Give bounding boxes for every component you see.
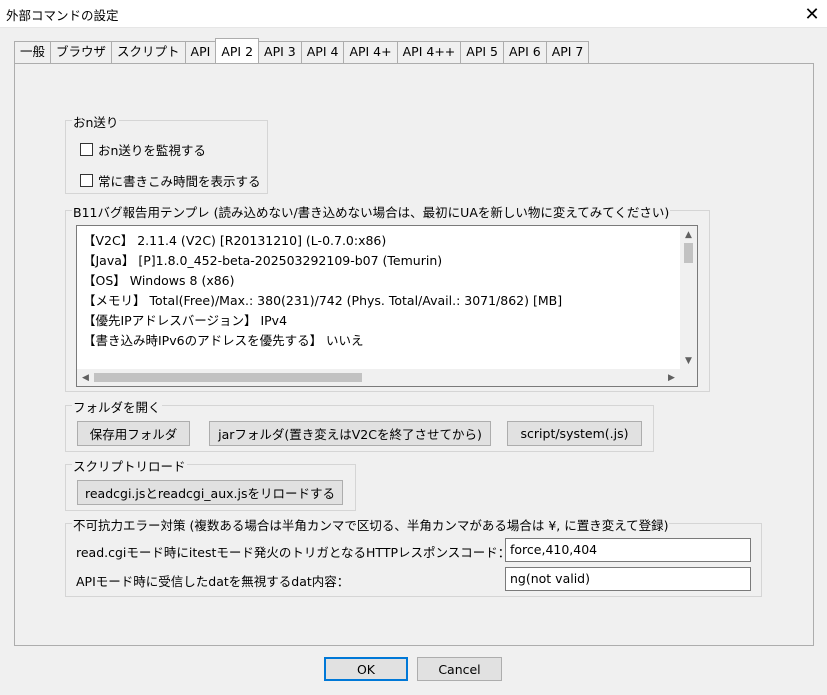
jar-folder-button[interactable]: jarフォルダ(置き変えはV2Cを終了させてから) <box>209 421 491 446</box>
tab-api-4-plus[interactable]: API 4+ <box>343 41 398 63</box>
always-show-time-row[interactable]: 常に書きこみ時間を表示する <box>80 171 261 190</box>
save-folder-button[interactable]: 保存用フォルダ <box>77 421 190 446</box>
api-ignore-dat-input[interactable]: ng(not valid) <box>505 567 751 591</box>
reload-readcgi-button[interactable]: readcgi.jsとreadcgi_aux.jsをリロードする <box>77 480 343 505</box>
scroll-up-icon[interactable]: ▲ <box>680 226 697 243</box>
bug-report-line: 【優先IPアドレスバージョン】 IPv4 <box>83 313 288 328</box>
monitor-onsend-row[interactable]: おn送りを監視する <box>80 140 206 159</box>
tab-strip: 一般 ブラウザ スクリプト API API 2 API 3 API 4 API … <box>14 38 590 63</box>
onsend-group-label: おn送り <box>72 112 120 131</box>
horizontal-scroll-thumb[interactable] <box>94 373 362 382</box>
monitor-onsend-checkbox[interactable] <box>80 143 93 156</box>
bug-report-line: 【OS】 Windows 8 (x86) <box>83 273 235 288</box>
tab-api-4-plus-plus[interactable]: API 4++ <box>396 41 462 63</box>
bug-report-line: 【メモリ】 Total(Free)/Max.: 380(231)/742 (Ph… <box>83 293 563 308</box>
tab-api[interactable]: API <box>184 41 217 63</box>
bug-report-textarea[interactable]: 【V2C】 2.11.4 (V2C) [R20131210] (L-0.7.0:… <box>76 225 698 387</box>
readcgi-trigger-label: read.cgiモード時にitestモード発火のトリガとなるHTTPレスポンスコ… <box>76 545 511 560</box>
scroll-right-icon[interactable]: ▶ <box>663 369 680 386</box>
horizontal-scrollbar[interactable]: ◀ ▶ <box>77 369 680 386</box>
bug-report-group-label: B11バグ報告用テンプレ (読み込めない/書き込めない場合は、最初にUAを新しい… <box>72 202 671 221</box>
force-error-group-label: 不可抗力エラー対策 (複数ある場合は半角カンマで区切る、半角カンマがある場合は … <box>72 515 670 534</box>
readcgi-trigger-input[interactable]: force,410,404 <box>505 538 751 562</box>
script-reload-group: スクリプトリロード readcgi.jsとreadcgi_aux.jsをリロード… <box>65 456 356 511</box>
title-bar: 外部コマンドの設定 ✕ <box>0 0 827 28</box>
scroll-down-icon[interactable]: ▼ <box>680 352 697 369</box>
api-ignore-dat-label: APIモード時に受信したdatを無視するdat内容： <box>76 574 350 589</box>
onsend-group: おn送り おn送りを監視する 常に書きこみ時間を表示する <box>65 112 268 194</box>
tab-general[interactable]: 一般 <box>14 41 52 63</box>
force-error-group: 不可抗力エラー対策 (複数ある場合は半角カンマで区切る、半角カンマがある場合は … <box>65 515 762 597</box>
open-folder-group: フォルダを開く 保存用フォルダ jarフォルダ(置き変えはV2Cを終了させてから… <box>65 397 654 452</box>
close-icon[interactable]: ✕ <box>797 0 827 28</box>
bug-report-line: 【書き込み時IPv6のアドレスを優先する】 いいえ <box>83 333 364 348</box>
scroll-corner <box>680 369 697 386</box>
tab-api-6[interactable]: API 6 <box>502 41 547 63</box>
tab-api-5[interactable]: API 5 <box>460 41 504 63</box>
open-folder-group-label: フォルダを開く <box>72 397 162 416</box>
script-system-button[interactable]: script/system(.js) <box>507 421 642 446</box>
tab-api-3[interactable]: API 3 <box>258 41 302 63</box>
bug-report-line: 【Java】 [P]1.8.0_452-beta-202503292109-b0… <box>83 253 443 268</box>
always-show-time-checkbox[interactable] <box>80 174 93 187</box>
bug-report-lines: 【V2C】 2.11.4 (V2C) [R20131210] (L-0.7.0:… <box>83 231 679 351</box>
window-title: 外部コマンドの設定 <box>6 8 119 23</box>
ok-button[interactable]: OK <box>324 657 408 681</box>
cancel-button[interactable]: Cancel <box>417 657 502 681</box>
tab-api-7[interactable]: API 7 <box>545 41 590 63</box>
bug-report-group: B11バグ報告用テンプレ (読み込めない/書き込めない場合は、最初にUAを新しい… <box>65 202 710 392</box>
tab-api-4[interactable]: API 4 <box>300 41 345 63</box>
tab-browser[interactable]: ブラウザ <box>50 41 113 63</box>
tab-api-2[interactable]: API 2 <box>215 38 260 63</box>
script-reload-group-label: スクリプトリロード <box>72 456 187 475</box>
vertical-scrollbar[interactable]: ▲ ▼ <box>680 226 697 369</box>
always-show-time-label: 常に書きこみ時間を表示する <box>98 174 261 189</box>
vertical-scroll-thumb[interactable] <box>684 243 693 263</box>
scroll-left-icon[interactable]: ◀ <box>77 369 94 386</box>
tab-script[interactable]: スクリプト <box>111 41 186 63</box>
monitor-onsend-label: おn送りを監視する <box>98 143 206 158</box>
tab-panel-api-2: おn送り おn送りを監視する 常に書きこみ時間を表示する B11バグ報告用テンプ… <box>14 63 814 646</box>
bug-report-line: 【V2C】 2.11.4 (V2C) [R20131210] (L-0.7.0:… <box>83 233 387 248</box>
